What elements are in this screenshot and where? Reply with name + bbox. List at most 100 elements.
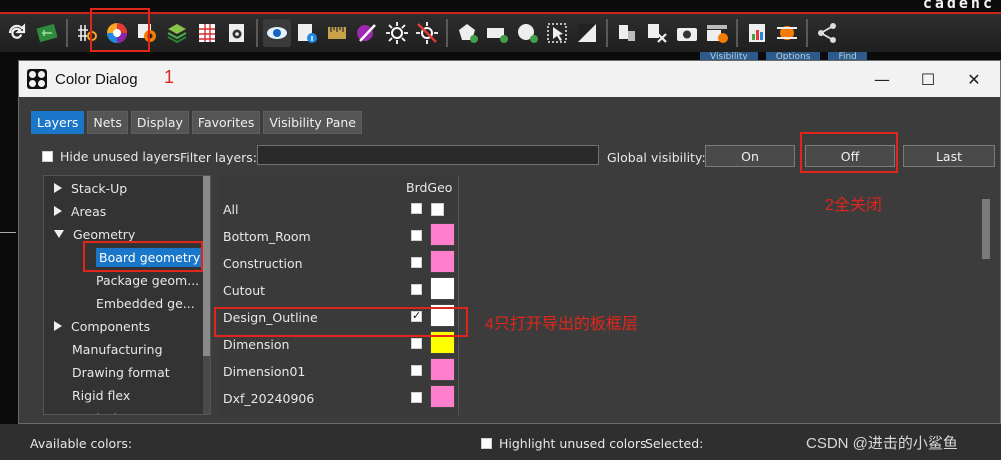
delete-x-icon[interactable]: [643, 19, 671, 47]
pcb-board-icon[interactable]: [33, 19, 61, 47]
app-icon: [27, 69, 47, 89]
rect-add-icon[interactable]: [483, 19, 511, 47]
layer-visibility-checkbox[interactable]: [411, 203, 422, 214]
tree-item[interactable]: Embedded ge...: [96, 292, 195, 314]
layer-color-swatch[interactable]: [430, 277, 455, 300]
highlight-unused-option: Highlight unused colors: [481, 436, 647, 451]
layer-visibility-checkbox[interactable]: [411, 338, 422, 349]
ruler-box-icon[interactable]: [323, 19, 351, 47]
tree-item[interactable]: Stack-Up: [54, 177, 127, 199]
tab-nets[interactable]: Nets: [87, 111, 128, 134]
chart-doc-icon[interactable]: [743, 19, 771, 47]
tree-item-label: Geometry: [73, 226, 136, 242]
layers-icon[interactable]: [163, 19, 191, 47]
main-toolbar: [0, 8, 1001, 52]
expand-right-icon[interactable]: [54, 206, 62, 216]
swap-icon[interactable]: [773, 19, 801, 47]
tree-item[interactable]: Areas: [54, 200, 106, 222]
layer-row: Dxf_20240906: [218, 384, 458, 411]
tree-item[interactable]: Analysis: [54, 407, 124, 415]
layer-row: Construction: [218, 249, 458, 276]
color-area: [459, 175, 979, 415]
grid-table-icon[interactable]: [193, 19, 221, 47]
shape-add-icon[interactable]: [453, 19, 481, 47]
global-last-button[interactable]: Last: [903, 145, 995, 167]
select-arrow-icon[interactable]: [543, 19, 571, 47]
layer-visibility-checkbox[interactable]: [411, 284, 422, 295]
eye-view-icon[interactable]: [263, 19, 291, 47]
highlight-box-color-icon: [90, 8, 150, 52]
layer-visibility-checkbox[interactable]: [411, 392, 422, 403]
watermark-text: CSDN @进击的小鲨鱼: [806, 435, 958, 452]
filter-layers-input[interactable]: [257, 145, 599, 165]
layer-visibility-checkbox[interactable]: [411, 365, 422, 376]
pin-icon[interactable]: [613, 19, 641, 47]
sun-off-icon[interactable]: [413, 19, 441, 47]
share-icon[interactable]: [813, 19, 841, 47]
layer-color-swatch[interactable]: [430, 250, 455, 273]
layer-visibility-checkbox[interactable]: [411, 257, 422, 268]
tree-item[interactable]: Rigid flex: [54, 384, 130, 406]
sun-icon[interactable]: [383, 19, 411, 47]
layer-color-swatch[interactable]: [430, 358, 455, 381]
expand-right-icon[interactable]: [54, 183, 62, 193]
highlight-unused-label: Highlight unused colors: [499, 436, 647, 451]
highlight-box-board-geometry: [83, 241, 203, 272]
all-color-checkbox[interactable]: [431, 203, 444, 216]
toolbar-separator: [606, 19, 608, 47]
layer-visibility-checkbox[interactable]: [411, 230, 422, 241]
grid-column-header: BrdGeo: [406, 180, 453, 195]
half-fill-icon[interactable]: [573, 19, 601, 47]
selected-label: Selected:: [645, 436, 704, 451]
tree-scroll-thumb[interactable]: [203, 176, 210, 356]
tab-display[interactable]: Display: [130, 111, 189, 134]
annotation-step-2: 2全关闭: [825, 197, 882, 214]
tab-layers[interactable]: Layers: [31, 111, 85, 134]
circle-add-icon[interactable]: [513, 19, 541, 47]
tree-item[interactable]: Components: [54, 315, 150, 337]
toolbar-separator: [446, 19, 448, 47]
hide-unused-label: Hide unused layers: [60, 149, 181, 164]
layer-row: Bottom_Room: [218, 222, 458, 249]
tree-item-label: Rigid flex: [72, 387, 131, 403]
expand-down-icon[interactable]: [54, 230, 64, 238]
tree-scrollbar[interactable]: [203, 176, 210, 414]
layer-name: Dimension01: [223, 364, 306, 379]
layer-color-swatch[interactable]: [430, 223, 455, 246]
dialog-tabs: Layers Nets Display Favorites Visibility…: [31, 111, 362, 134]
minimize-button[interactable]: —: [859, 61, 905, 97]
tab-favorites[interactable]: Favorites: [191, 111, 261, 134]
right-scrollbar-thumb[interactable]: [982, 199, 990, 259]
layer-grid: BrdGeo All Bottom_Room Construction Cutout D…: [218, 175, 459, 415]
global-on-button[interactable]: On: [705, 145, 795, 167]
camera-icon[interactable]: [673, 19, 701, 47]
highlight-unused-checkbox[interactable]: [481, 438, 492, 449]
expand-right-icon[interactable]: [54, 321, 62, 331]
info-doc-icon[interactable]: [293, 19, 321, 47]
toolbar-separator: [256, 19, 258, 47]
layer-color-swatch[interactable]: [430, 385, 455, 408]
layer-name: Bottom_Room: [223, 229, 311, 244]
maximize-button[interactable]: ☐: [905, 61, 951, 97]
dialog-titlebar: Color Dialog 1 — ☐ ✕: [19, 61, 1000, 97]
tree-item[interactable]: Drawing format: [54, 361, 170, 383]
tree-item-label: Package geom...: [96, 272, 200, 288]
tab-visibility-pane[interactable]: Visibility Pane: [263, 111, 362, 134]
layer-name: All: [223, 202, 239, 217]
tree-item-label: Drawing format: [72, 364, 170, 380]
hide-unused-checkbox[interactable]: [42, 151, 53, 162]
tree-item[interactable]: Manufacturing: [54, 338, 163, 360]
r2a-icon[interactable]: [703, 19, 731, 47]
layer-row: All: [218, 195, 458, 222]
tree-item[interactable]: Package geom...: [96, 269, 199, 291]
refresh-icon[interactable]: [3, 19, 31, 47]
settings-doc-icon[interactable]: [223, 19, 251, 47]
brush-icon[interactable]: [353, 19, 381, 47]
canvas-guide-line: [0, 232, 16, 233]
toolbar-separator: [806, 19, 808, 47]
annotation-step-4: 4只打开导出的板框层: [485, 316, 638, 333]
color-dialog: Color Dialog 1 — ☐ ✕ Layers Nets Display…: [18, 60, 1001, 424]
tree-item-label: Embedded ge...: [96, 295, 195, 311]
close-button[interactable]: ✕: [951, 61, 997, 97]
layer-category-tree: Stack-Up Areas Geometry Board geometry Packa…: [43, 175, 211, 415]
